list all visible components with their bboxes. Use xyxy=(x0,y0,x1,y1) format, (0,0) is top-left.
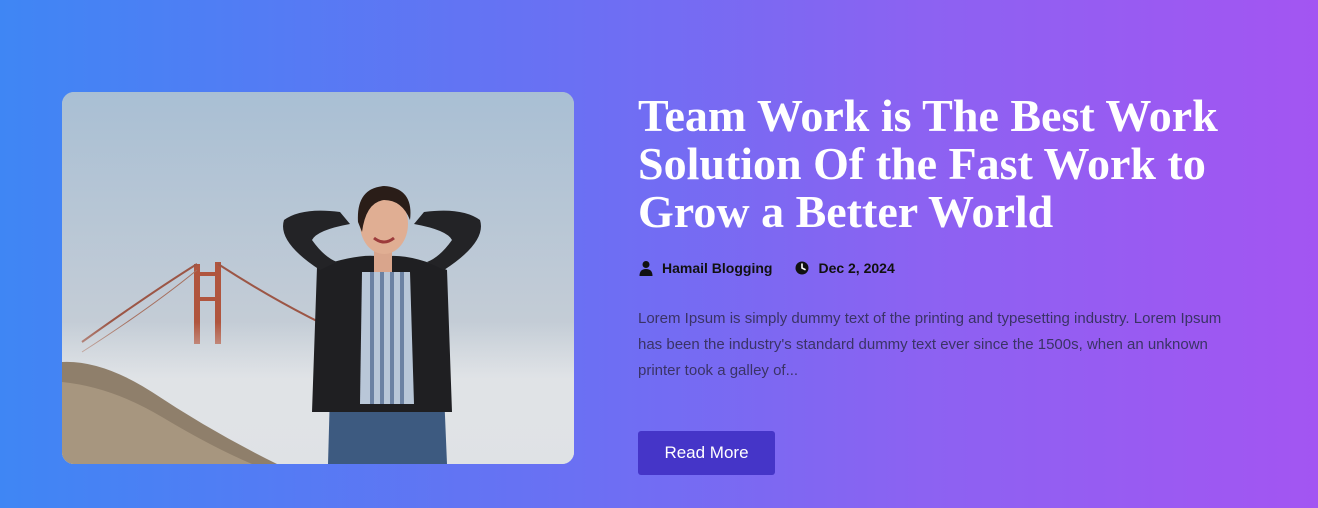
featured-image-illustration xyxy=(62,92,574,464)
post-date: Dec 2, 2024 xyxy=(794,260,895,276)
post-excerpt: Lorem Ipsum is simply dummy text of the … xyxy=(638,310,1222,379)
read-more-button[interactable]: Read More xyxy=(638,431,775,475)
post-author[interactable]: Hamail Blogging xyxy=(638,260,772,276)
post-meta: Hamail Blogging Dec 2, 2024 xyxy=(638,258,1278,278)
clock-icon xyxy=(794,260,810,276)
author-name: Hamail Blogging xyxy=(662,260,773,276)
blog-hero-section: Team Work is The Best Work Solution Of t… xyxy=(0,0,1318,508)
featured-image[interactable] xyxy=(62,92,574,464)
post-title[interactable]: Team Work is The Best Work Solution Of t… xyxy=(638,92,1268,236)
user-icon xyxy=(638,260,654,276)
date-text: Dec 2, 2024 xyxy=(818,260,895,276)
post-content: Team Work is The Best Work Solution Of t… xyxy=(638,92,1278,475)
